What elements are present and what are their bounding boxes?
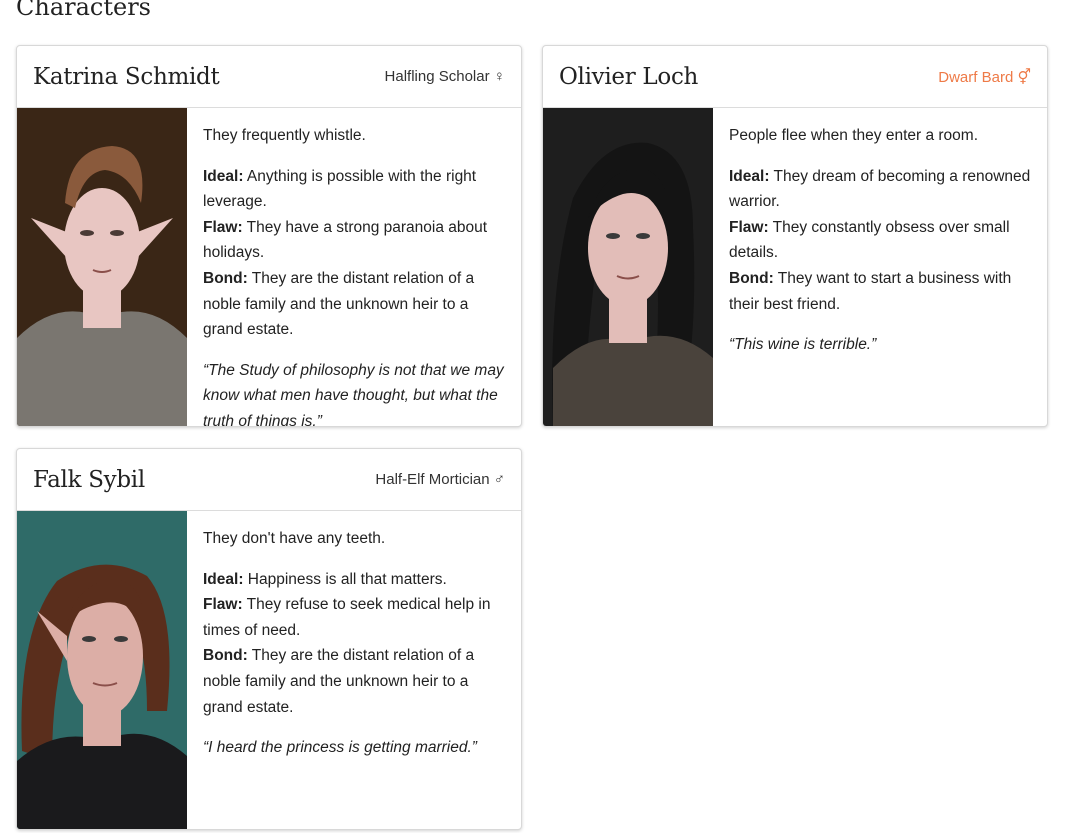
card-header: Falk Sybil Half-Elf Mortician ♂ (17, 449, 521, 511)
ideal-label: Ideal: (203, 167, 244, 185)
ideal-row: Ideal: Anything is possible with the rig… (203, 164, 507, 215)
ideal-label: Ideal: (203, 570, 244, 588)
character-portrait (17, 108, 187, 426)
character-name: Olivier Loch (559, 63, 699, 90)
character-trait: They frequently whistle. (203, 127, 366, 144)
bond-row: Bond: They are the distant relation of a… (203, 643, 507, 720)
ideal-text: Happiness is all that matters. (243, 570, 447, 588)
character-portrait (17, 511, 187, 829)
character-portrait (543, 108, 713, 426)
flaw-label: Flaw: (203, 218, 243, 236)
flaw-label: Flaw: (203, 596, 243, 614)
portrait-illustration (17, 108, 187, 426)
character-details: They don't have any teeth. Ideal: Happin… (187, 511, 521, 829)
flaw-label: Flaw: (729, 218, 769, 236)
ideal-text: They dream of becoming a renowned warrio… (729, 167, 1031, 211)
ideal-label: Ideal: (729, 167, 770, 185)
flaw-row: Flaw: They have a strong paranoia about … (203, 215, 507, 266)
character-class: Dwarf Bard ⚥ (938, 68, 1031, 86)
ideal-row: Ideal: Happiness is all that matters. (203, 567, 507, 593)
section-title: Characters (16, 0, 151, 21)
card-body: People flee when they enter a room. Idea… (543, 108, 1047, 426)
character-trait: They don't have any teeth. (203, 530, 386, 547)
character-class: Halfling Scholar ♀ (384, 68, 505, 85)
card-header: Katrina Schmidt Halfling Scholar ♀ (17, 46, 521, 108)
character-details: They frequently whistle. Ideal: Anything… (187, 108, 521, 427)
portrait-illustration (543, 108, 713, 426)
character-name: Katrina Schmidt (33, 63, 220, 90)
character-details: People flee when they enter a room. Idea… (713, 108, 1047, 426)
bond-label: Bond: (203, 647, 248, 665)
card-body: They frequently whistle. Ideal: Anything… (17, 108, 521, 427)
bond-label: Bond: (729, 269, 774, 287)
character-traits: Ideal: Anything is possible with the rig… (203, 164, 507, 343)
character-card[interactable]: Falk Sybil Half-Elf Mortician ♂ They don… (16, 448, 522, 830)
card-body: They don't have any teeth. Ideal: Happin… (17, 511, 521, 829)
flaw-row: Flaw: They refuse to seek medical help i… (203, 592, 507, 643)
character-quote: “I heard the princess is getting married… (203, 739, 477, 757)
flaw-row: Flaw: They constantly obsess over small … (729, 215, 1033, 266)
card-header: Olivier Loch Dwarf Bard ⚥ (543, 46, 1047, 108)
character-card[interactable]: Katrina Schmidt Halfling Scholar ♀ They … (16, 45, 522, 427)
bond-row: Bond: They are the distant relation of a… (203, 266, 507, 343)
character-traits: Ideal: They dream of becoming a renowned… (729, 164, 1033, 318)
portrait-illustration (17, 511, 187, 829)
flaw-text: They refuse to seek medical help in time… (203, 596, 491, 639)
character-trait: People flee when they enter a room. (729, 127, 979, 144)
flaw-text: They have a strong paranoia about holida… (203, 218, 488, 262)
character-name: Falk Sybil (33, 466, 145, 493)
character-quote: “The Study of philosophy is not that we … (203, 361, 504, 427)
character-class: Half-Elf Mortician ♂ (375, 471, 505, 488)
character-quote: “This wine is terrible.” (729, 336, 877, 354)
character-traits: Ideal: Happiness is all that matters. Fl… (203, 567, 507, 721)
ideal-row: Ideal: They dream of becoming a renowned… (729, 164, 1033, 215)
bond-row: Bond: They want to start a business with… (729, 266, 1033, 317)
flaw-text: They constantly obsess over small detail… (729, 218, 1010, 262)
bond-label: Bond: (203, 269, 248, 287)
ideal-text: Anything is possible with the right leve… (203, 167, 477, 211)
character-card[interactable]: Olivier Loch Dwarf Bard ⚥ People flee wh… (542, 45, 1048, 427)
